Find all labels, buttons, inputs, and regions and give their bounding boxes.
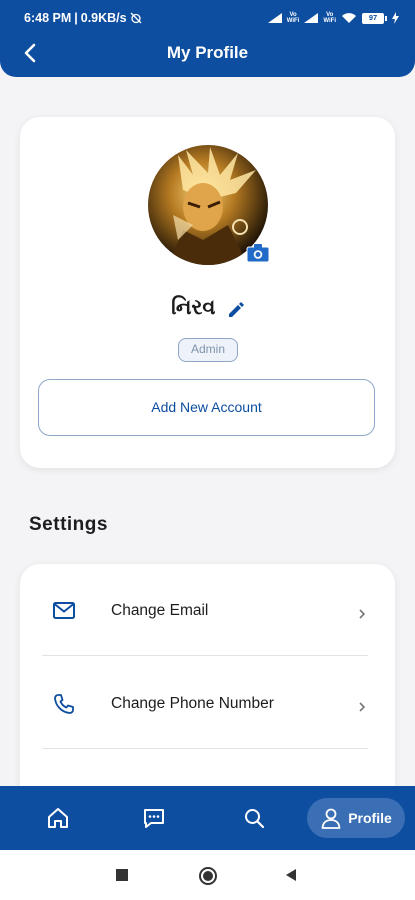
signal-icon — [304, 13, 319, 23]
settings-card: Change Email Change Phone Number — [20, 564, 395, 804]
wifi-icon — [342, 13, 356, 23]
home-icon — [48, 808, 68, 828]
edit-name-button[interactable] — [226, 301, 244, 319]
chevron-right-icon — [359, 609, 366, 619]
nav-profile-label: Profile — [348, 810, 392, 826]
change-phone-label: Change Phone Number — [111, 695, 274, 712]
nav-profile[interactable]: Profile — [307, 798, 405, 838]
alarm-off-icon — [130, 12, 142, 24]
change-photo-button[interactable] — [246, 243, 270, 263]
charging-icon — [392, 12, 399, 24]
divider — [42, 655, 368, 656]
divider — [42, 748, 368, 749]
change-email-row[interactable]: Change Email — [42, 564, 368, 656]
system-nav-bar — [0, 850, 415, 900]
status-bar: 6:48 PM | 0.9KB/s Vo WiFi Vo WiFi 97 — [24, 9, 399, 27]
camera-icon — [246, 244, 270, 263]
status-net-speed: 0.9KB/s — [80, 11, 127, 25]
signal-icon — [267, 13, 282, 23]
chat-icon — [144, 809, 164, 828]
profile-card: નિરવ Admin Add New Account — [20, 117, 395, 468]
role-badge: Admin — [178, 338, 238, 362]
battery-icon: 97 — [362, 12, 387, 24]
profile-name: નિરવ — [171, 295, 216, 319]
nav-home[interactable] — [32, 786, 84, 850]
chevron-right-icon — [359, 702, 366, 712]
circle-icon — [199, 867, 217, 885]
status-time: 6:48 PM — [24, 11, 72, 25]
pencil-icon — [228, 301, 244, 317]
user-icon — [321, 808, 341, 829]
phone-icon — [54, 694, 74, 714]
back-system-button[interactable] — [284, 868, 298, 887]
profile-name-row: નિરવ — [20, 295, 395, 320]
nav-search[interactable] — [228, 786, 280, 850]
triangle-back-icon — [286, 869, 296, 881]
avatar-container[interactable] — [148, 145, 270, 265]
app-header: 6:48 PM | 0.9KB/s Vo WiFi Vo WiFi 97 My … — [0, 0, 415, 77]
settings-heading: Settings — [29, 514, 108, 535]
home-system-button[interactable] — [198, 866, 218, 891]
mail-icon — [53, 602, 75, 619]
page-title: My Profile — [166, 43, 249, 62]
vowifi-label: Vo WiFi — [286, 12, 300, 24]
search-icon — [245, 809, 265, 829]
change-phone-row[interactable]: Change Phone Number — [42, 657, 368, 749]
recent-apps-button[interactable] — [115, 868, 129, 887]
bottom-nav: Profile — [0, 786, 415, 850]
nav-chat[interactable] — [128, 786, 180, 850]
vowifi-label: Vo WiFi — [323, 12, 336, 24]
square-icon — [116, 869, 128, 881]
change-email-label: Change Email — [111, 602, 209, 619]
add-new-account-button[interactable]: Add New Account — [38, 379, 375, 436]
